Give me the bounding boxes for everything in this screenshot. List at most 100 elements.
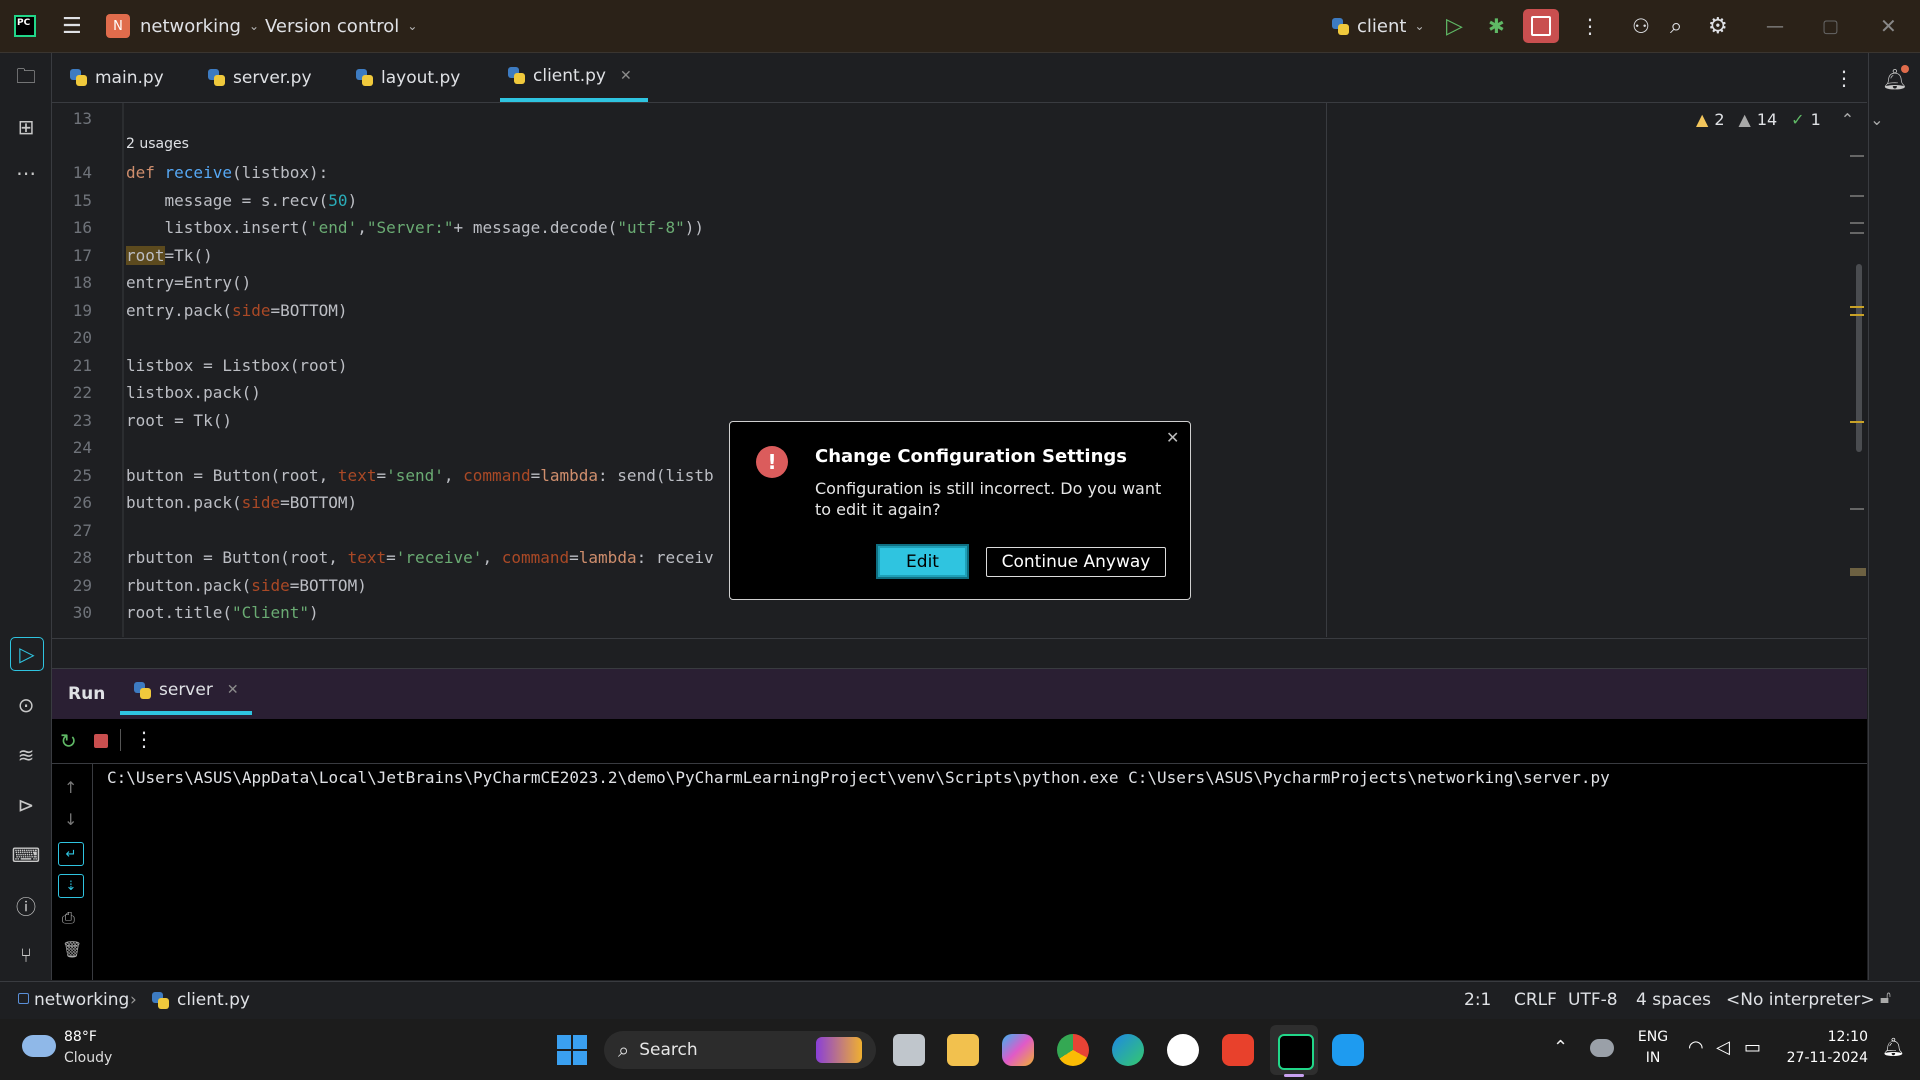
- main-menu-icon[interactable]: ☰: [62, 0, 82, 52]
- skype-icon[interactable]: [1332, 1034, 1364, 1066]
- wifi-icon[interactable]: ◠: [1688, 1037, 1704, 1058]
- lock-icon[interactable]: 🔓︎: [1880, 988, 1891, 1008]
- close-dialog-icon[interactable]: ✕: [1166, 428, 1179, 447]
- python-console-icon[interactable]: ⊙: [10, 689, 42, 721]
- run-config-selector[interactable]: client ⌄: [1332, 0, 1425, 52]
- tab-server-run[interactable]: server ✕: [120, 669, 252, 715]
- more-options-icon[interactable]: ⋮: [134, 727, 154, 751]
- volume-icon[interactable]: ◁: [1716, 1037, 1730, 1058]
- pycharm-icon[interactable]: [1278, 1034, 1314, 1070]
- tab-server-py[interactable]: server.py: [208, 53, 312, 102]
- chevron-up-icon[interactable]: ⌃: [1841, 110, 1854, 129]
- settings-icon[interactable]: ⚙: [1708, 0, 1728, 52]
- battery-icon[interactable]: ▭: [1744, 1037, 1761, 1058]
- git-icon[interactable]: ⑂: [10, 939, 42, 971]
- wps-office-icon[interactable]: [1222, 1034, 1254, 1066]
- weather-desc[interactable]: Cloudy: [64, 1050, 112, 1066]
- breadcrumb-project[interactable]: networking: [34, 990, 129, 1010]
- notification-center-icon[interactable]: 🔔︎: [1882, 1037, 1905, 1058]
- clock-date[interactable]: 27-11-2024: [1786, 1050, 1868, 1066]
- caret-position[interactable]: 2:1: [1464, 990, 1491, 1010]
- scroll-marker: [1850, 568, 1866, 576]
- project-folder-icon[interactable]: 🗀: [10, 63, 42, 95]
- edit-button[interactable]: Edit: [878, 546, 967, 577]
- line-number: 25: [72, 466, 92, 485]
- breadcrumb-file[interactable]: client.py: [152, 990, 250, 1010]
- task-view-icon[interactable]: [893, 1034, 925, 1066]
- weather-cloud-icon[interactable]: [22, 1035, 56, 1057]
- editor-scrollbar[interactable]: [1856, 264, 1862, 452]
- line-number: 24: [72, 438, 92, 457]
- github-icon[interactable]: [1167, 1034, 1199, 1066]
- structure-icon[interactable]: ⊞: [10, 111, 42, 143]
- scroll-up-icon[interactable]: ↑: [64, 778, 77, 797]
- continue-anyway-button[interactable]: Continue Anyway: [986, 547, 1166, 577]
- soft-wrap-icon[interactable]: ↵: [58, 842, 84, 866]
- vcs-menu[interactable]: Version control ⌄: [265, 0, 417, 52]
- code-line: entry.pack(side=BOTTOM): [126, 301, 348, 320]
- services-icon[interactable]: ⊳: [10, 789, 42, 821]
- project-selector[interactable]: N networking ⌄: [106, 0, 259, 52]
- stop-button[interactable]: [1523, 0, 1559, 52]
- scroll-marker: [1850, 222, 1864, 224]
- python-file-icon: [356, 69, 373, 86]
- code-with-me-icon[interactable]: ⚇: [1632, 0, 1650, 52]
- check-icon: ✓: [1791, 110, 1805, 129]
- line-separator[interactable]: CRLF: [1514, 990, 1557, 1010]
- more-actions-icon[interactable]: ⋮: [1580, 0, 1600, 52]
- line-number: 27: [72, 521, 92, 540]
- file-explorer-icon[interactable]: [947, 1034, 979, 1066]
- debug-icon[interactable]: ✱: [1488, 0, 1505, 52]
- trash-icon[interactable]: 🗑︎: [62, 940, 82, 959]
- editor-bottom-strip: [52, 638, 1867, 668]
- scroll-marker: [1850, 314, 1864, 316]
- onedrive-icon[interactable]: [1590, 1039, 1614, 1057]
- python-packages-icon[interactable]: ≋: [10, 739, 42, 771]
- run-console[interactable]: C:\Users\ASUS\AppData\Local\JetBrains\Py…: [52, 764, 1867, 980]
- run-icon[interactable]: ▷: [1446, 0, 1463, 52]
- change-config-dialog: ! ✕ Change Configuration Settings Config…: [729, 421, 1191, 600]
- chevron-down-icon[interactable]: ⌄: [1870, 110, 1883, 129]
- scroll-marker: [1850, 508, 1864, 510]
- edge-icon[interactable]: [1112, 1034, 1144, 1066]
- close-window-icon[interactable]: ✕: [1880, 0, 1897, 52]
- clock-time[interactable]: 12:10: [1786, 1029, 1868, 1045]
- print-icon[interactable]: ⎙: [62, 908, 75, 928]
- close-tab-icon[interactable]: ✕: [227, 682, 239, 698]
- taskbar-search-box[interactable]: ⌕ Search: [604, 1031, 876, 1069]
- tab-main-py[interactable]: main.py: [70, 53, 164, 102]
- close-tab-icon[interactable]: ✕: [620, 68, 632, 84]
- minimize-icon[interactable]: —: [1766, 0, 1784, 52]
- language-line1[interactable]: ENG: [1636, 1029, 1670, 1045]
- tab-options-icon[interactable]: ⋮: [1834, 53, 1854, 102]
- maximize-icon[interactable]: ▢: [1822, 0, 1839, 52]
- usages-hint[interactable]: 2 usages: [126, 136, 189, 152]
- weather-temp[interactable]: 88°F: [64, 1029, 97, 1045]
- scroll-down-icon[interactable]: ↓: [64, 810, 77, 829]
- run-config-name: client: [1357, 15, 1407, 37]
- tab-client-py[interactable]: client.py ✕: [500, 53, 648, 102]
- file-encoding[interactable]: UTF-8: [1568, 990, 1618, 1010]
- scroll-to-end-icon[interactable]: ⇣: [58, 874, 84, 898]
- start-windows-icon[interactable]: [557, 1035, 587, 1065]
- chrome-icon[interactable]: [1057, 1034, 1089, 1066]
- language-line2[interactable]: IN: [1636, 1050, 1670, 1066]
- copilot-icon[interactable]: [1002, 1034, 1034, 1066]
- inspection-widget[interactable]: ▲ 2 ▲ 14 ✓ 1 ⌃ ⌄: [1696, 110, 1884, 129]
- more-tools-icon[interactable]: ⋯: [10, 157, 42, 189]
- line-number: 23: [72, 411, 92, 430]
- stop-run-icon[interactable]: [94, 734, 108, 748]
- rerun-icon[interactable]: ↻: [60, 729, 77, 753]
- indent-setting[interactable]: 4 spaces: [1636, 990, 1711, 1010]
- line-number: 19: [72, 301, 92, 320]
- tab-layout-py[interactable]: layout.py: [356, 53, 460, 102]
- run-tool-icon[interactable]: ▷: [10, 637, 44, 671]
- chevron-up-icon[interactable]: ⌃: [1553, 1037, 1568, 1058]
- line-number: 26: [72, 493, 92, 512]
- problems-icon[interactable]: ⓘ: [10, 889, 42, 921]
- search-icon[interactable]: ⌕: [1670, 0, 1682, 52]
- app-logo-icon[interactable]: PC: [14, 0, 36, 52]
- terminal-icon[interactable]: ⌨: [10, 839, 42, 871]
- code-line: def receive(listbox):: [126, 163, 329, 182]
- interpreter-selector[interactable]: <No interpreter>: [1726, 990, 1875, 1010]
